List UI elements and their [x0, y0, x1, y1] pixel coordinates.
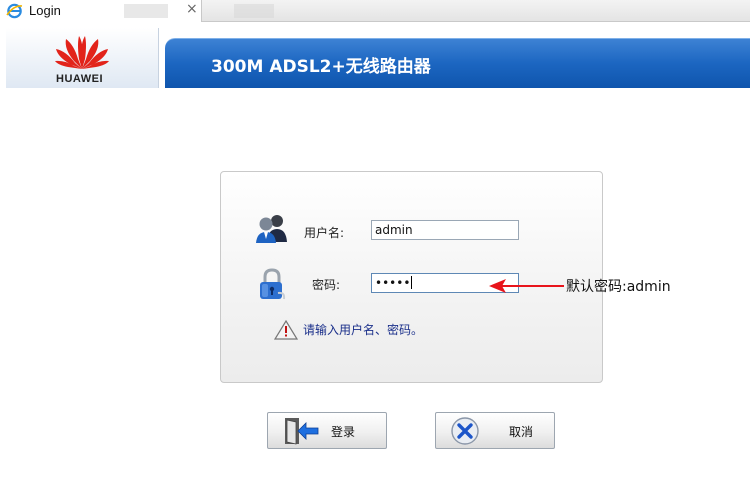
login-hint: 请输入用户名、密码。	[303, 323, 424, 337]
close-icon[interactable]: ×	[186, 1, 198, 17]
password-dots: •••••	[375, 276, 411, 290]
annotation-arrow-icon	[489, 279, 564, 293]
huawei-logo-text: HUAWEI	[56, 73, 103, 85]
login-button[interactable]: 登录	[267, 412, 387, 449]
username-label: 用户名:	[304, 226, 345, 240]
door-enter-icon	[285, 418, 319, 445]
browser-tab-login[interactable]: Login ×	[0, 0, 202, 22]
blurred-tab	[124, 4, 168, 18]
password-label: 密码:	[312, 278, 341, 292]
cancel-button[interactable]: 取消	[435, 412, 555, 449]
page-header: HUAWEI 300M ADSL2+无线路由器	[0, 22, 750, 88]
login-button-label: 登录	[331, 425, 356, 439]
title-bar: 300M ADSL2+无线路由器	[165, 38, 750, 88]
cancel-button-label: 取消	[509, 425, 534, 439]
page-title: 300M ADSL2+无线路由器	[211, 57, 431, 77]
cancel-x-icon	[451, 417, 479, 445]
browser-tab-strip: Login ×	[0, 0, 750, 22]
users-icon	[256, 215, 287, 243]
lock-icon	[260, 268, 286, 300]
blurred-tab	[234, 4, 274, 18]
text-caret	[411, 276, 413, 289]
huawei-logo: HUAWEI	[6, 28, 159, 88]
default-password-annotation: 默认密码:admin	[566, 279, 671, 295]
browser-tab-title: Login	[29, 3, 61, 18]
warning-icon	[274, 320, 298, 340]
huawei-logo-icon	[55, 36, 109, 69]
internet-explorer-icon	[6, 3, 23, 19]
username-input[interactable]	[371, 220, 519, 240]
